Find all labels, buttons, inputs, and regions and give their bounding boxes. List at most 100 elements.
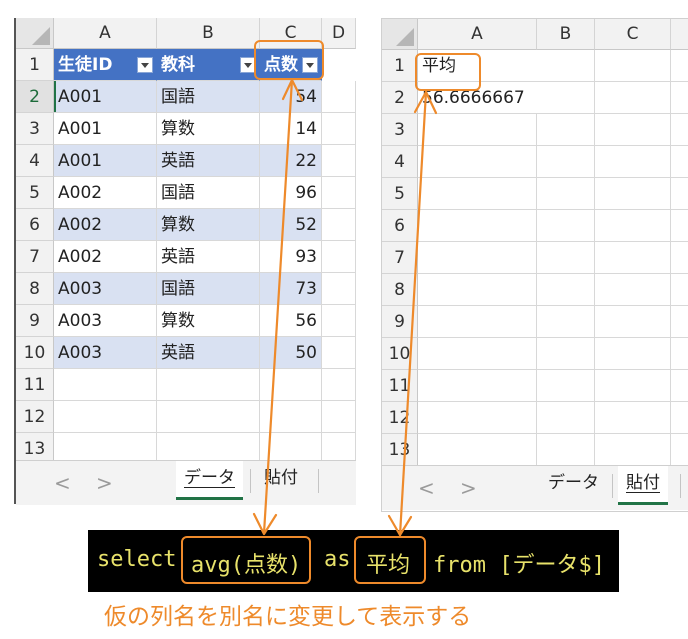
cell-subject[interactable]: 英語 [157,241,260,273]
column-header-a[interactable]: A [418,19,537,50]
cell-empty[interactable] [418,178,537,210]
cell-empty[interactable] [595,402,671,434]
row-header[interactable]: 1 [16,49,54,81]
cell-empty[interactable] [418,242,537,274]
cell-empty[interactable] [671,338,688,370]
row-header[interactable]: 3 [382,114,418,146]
row-header[interactable]: 6 [382,210,418,242]
cell-empty[interactable] [671,114,688,146]
cell-empty[interactable] [537,338,595,370]
tab-data[interactable]: データ [176,461,243,500]
row-header[interactable]: 6 [16,209,54,241]
cell-subject[interactable]: 英語 [157,145,260,177]
column-header-d[interactable] [671,19,688,50]
cell-empty[interactable] [418,210,537,242]
cell-empty[interactable] [671,274,688,306]
cell-subject[interactable] [157,401,260,433]
cell-empty[interactable] [537,370,595,402]
row-header[interactable]: 4 [382,146,418,178]
cell-id[interactable]: A002 [54,241,157,273]
row-header[interactable]: 9 [382,306,418,338]
cell-empty[interactable] [537,402,595,434]
row-header[interactable]: 11 [382,370,418,402]
row-header[interactable]: 8 [16,273,54,305]
cell-score[interactable]: 52 [260,209,322,241]
row-header[interactable]: 10 [16,337,54,369]
cell-score[interactable]: 50 [260,337,322,369]
cell-id[interactable]: A001 [54,113,157,145]
cell-empty[interactable] [671,402,688,434]
cell-empty[interactable] [322,273,356,305]
cell-empty[interactable] [537,434,595,466]
cell-score[interactable]: 73 [260,273,322,305]
cell-empty[interactable] [537,274,595,306]
cell-empty[interactable] [418,402,537,434]
cell-subject[interactable]: 国語 [157,273,260,305]
cell-empty[interactable] [595,146,671,178]
cell-empty[interactable] [322,305,356,337]
cell-empty[interactable] [418,146,537,178]
cell-score[interactable]: 14 [260,113,322,145]
select-all-corner-icon[interactable] [16,18,54,49]
cell-score[interactable] [260,401,322,433]
cell-empty[interactable] [595,50,671,82]
cell-subject[interactable]: 算数 [157,209,260,241]
column-header-d[interactable]: D [322,18,356,49]
select-all-corner-icon[interactable] [382,19,418,50]
row-header[interactable]: 3 [16,113,54,145]
row-header[interactable]: 1 [382,50,418,82]
cell-empty[interactable] [418,306,537,338]
row-header[interactable]: 12 [16,401,54,433]
cell-empty[interactable] [537,306,595,338]
cell-empty[interactable] [671,306,688,338]
cell-empty[interactable] [671,434,688,466]
tab-scroll-right-icon[interactable]: > [96,471,113,495]
row-header[interactable]: 11 [16,369,54,401]
cell-empty[interactable] [537,242,595,274]
cell-empty[interactable] [671,82,688,114]
cell-empty[interactable] [671,146,688,178]
cell-empty[interactable] [322,401,356,433]
cell-empty[interactable] [671,370,688,402]
cell-empty[interactable] [418,338,537,370]
cell-empty[interactable] [595,178,671,210]
cell-empty[interactable] [322,145,356,177]
cell-empty[interactable] [595,242,671,274]
tab-data[interactable]: データ [540,466,607,502]
cell-empty[interactable] [595,338,671,370]
cell-id[interactable]: A002 [54,177,157,209]
cell-id[interactable]: A003 [54,273,157,305]
cell-empty[interactable] [537,178,595,210]
tab-scroll-left-icon[interactable]: < [54,471,71,495]
cell-empty[interactable] [595,370,671,402]
cell-empty[interactable] [671,50,688,82]
row-header[interactable]: 12 [382,402,418,434]
cell-empty[interactable] [322,369,356,401]
cell-empty[interactable] [595,114,671,146]
row-header[interactable]: 7 [382,242,418,274]
cell-empty[interactable] [322,81,356,113]
row-header[interactable]: 9 [16,305,54,337]
cell-empty[interactable] [418,434,537,466]
cell-score[interactable] [260,369,322,401]
table-header-subject[interactable]: 教科 [157,49,260,81]
cell-empty[interactable] [537,146,595,178]
column-header-c[interactable]: C [595,19,671,50]
cell-empty[interactable] [595,306,671,338]
cell-empty[interactable] [671,178,688,210]
cell-empty[interactable] [322,113,356,145]
cell-empty[interactable] [418,274,537,306]
cell-empty[interactable] [418,114,537,146]
table-header-student-id[interactable]: 生徒ID [54,49,157,81]
cell-subject[interactable]: 算数 [157,113,260,145]
column-header-b[interactable]: B [537,19,595,50]
cell-empty[interactable] [595,274,671,306]
cell-id[interactable] [54,401,157,433]
cell-id[interactable]: A001 [54,145,157,177]
row-header[interactable]: 7 [16,241,54,273]
cell-subject[interactable]: 算数 [157,305,260,337]
tab-paste[interactable]: 貼付 [618,466,668,505]
row-header[interactable]: 5 [16,177,54,209]
row-header[interactable]: 13 [382,434,418,466]
cell-empty[interactable] [537,114,595,146]
